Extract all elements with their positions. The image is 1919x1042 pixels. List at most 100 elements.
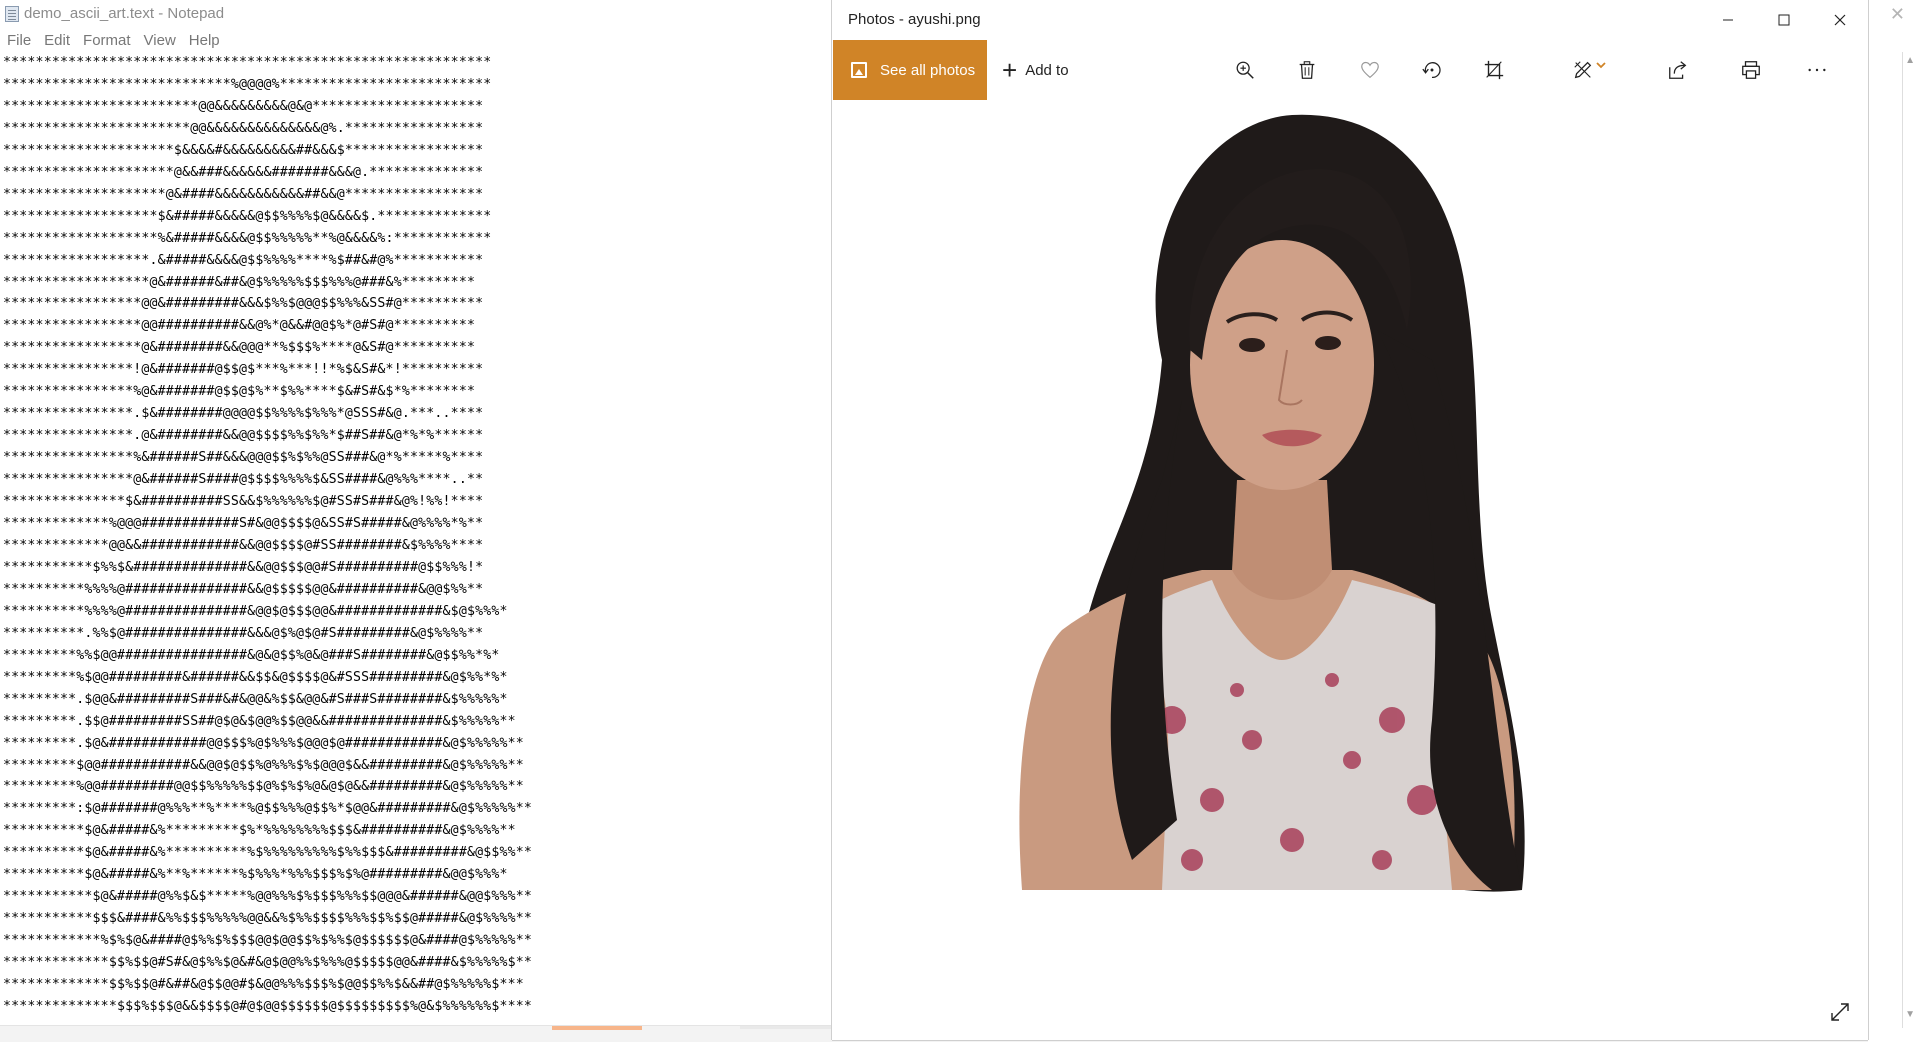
scroll-down-icon[interactable]: ▼ (1905, 1009, 1915, 1020)
print-icon (1742, 61, 1760, 79)
neck (1232, 480, 1332, 600)
more-icon (1808, 68, 1826, 72)
edit-and-create-button[interactable] (1564, 40, 1614, 100)
notepad-text-line: ****************************************… (3, 55, 492, 70)
edit-draw-icon (1574, 61, 1592, 79)
notepad-text-line: ****************%@&#######@$$@$%**$%%***… (3, 384, 476, 400)
notepad-text-line: *********.$$@#########SS##@$@&$@@%$$@@&&… (3, 713, 516, 729)
notepad-text-line: ***********$%%$&##############&&@@$$$@@#… (3, 559, 484, 575)
print-button[interactable] (1731, 40, 1771, 100)
close-icon (1834, 14, 1846, 26)
crop-button[interactable] (1474, 40, 1514, 100)
notepad-text-line: ***********$@&#####@%%$&$*****%@@%%%$%$$… (3, 889, 533, 905)
notepad-text-line: *********:$@#######@%%%**%****%@$$%%%@$$… (3, 801, 533, 817)
favorite-button[interactable] (1350, 40, 1390, 100)
maximize-icon (1778, 14, 1790, 26)
notepad-text-line: ******************.&#####&&&&@$$%%%%****… (3, 252, 484, 268)
notepad-text-line: ************%$%$@&####@$%%$%$$$@@$@@$$%$… (3, 933, 533, 949)
notepad-text-area[interactable]: ****************************************… (3, 52, 823, 1026)
notepad-text-line: *****************@@##########&&@%*@&&#@@… (3, 318, 476, 334)
minimize-icon (1723, 19, 1733, 21)
zoom-in-icon (1236, 61, 1254, 79)
notepad-text-line: *************$$%$$@#S#&@$%%$@&#&@$@@%%$%… (3, 955, 533, 971)
notepad-text-line: *********************@&&###&&&&&&#######… (3, 164, 484, 180)
rotate-icon (1422, 62, 1441, 78)
rotate-button[interactable] (1412, 40, 1452, 100)
share-button[interactable] (1658, 40, 1698, 100)
notepad-text-line: ******************@&######&##&@$%%%%%$$$… (3, 274, 476, 290)
more-options-button[interactable] (1797, 40, 1837, 100)
notepad-text-line: **********$@&#####&%**********%$%%%%%%%%… (3, 845, 533, 861)
zoom-in-button[interactable] (1225, 40, 1265, 100)
see-all-photos-button[interactable]: See all photos (833, 40, 987, 100)
crop-icon (1484, 60, 1504, 80)
notepad-text-line: **********$@&#####&%*********$%*%%%%%%%%… (3, 823, 516, 839)
notepad-text-line: *******************%&#####&&&&@$$%%%%%**… (3, 230, 492, 246)
notepad-text-line: **********%%%%@###############&@@$@$$$@@… (3, 603, 508, 619)
menu-view[interactable]: View (137, 32, 182, 49)
notepad-text-line: *********.$@&############@@$$$%@$%%%$@@@… (3, 735, 524, 751)
notepad-text-line: *********.$@@&#########S###&#&@@&%$$&@@&… (3, 691, 508, 707)
close-button[interactable] (1812, 0, 1868, 40)
minimize-button[interactable] (1700, 0, 1756, 40)
notepad-text-line: *********$@@###########&&@@$@$$%@%%%$%$@… (3, 757, 524, 773)
notepad-text-line: **********$@&#####&%**%******%$%%%*%%%$$… (3, 867, 508, 883)
photos-titlebar[interactable]: Photos - ayushi.png (832, 0, 1868, 40)
menu-help[interactable]: Help (182, 32, 226, 49)
photo-viewer-canvas[interactable] (832, 100, 1868, 1040)
left-eye (1239, 338, 1265, 352)
close-icon[interactable]: ✕ (1890, 4, 1905, 25)
maximize-button[interactable] (1756, 0, 1812, 40)
notepad-text-line: ***********************@@&&&&&&&&&&&&&&@… (3, 120, 484, 136)
scroll-thumb[interactable] (552, 1026, 642, 1030)
notepad-text-line: *********%%$@@################&@&@$$%@&@… (3, 647, 500, 663)
menu-format[interactable]: Format (76, 32, 137, 49)
full-screen-button[interactable] (1826, 998, 1854, 1026)
notepad-text-line: *********%@@#########@@$$%%%%%$$@%$%$%@&… (3, 779, 524, 795)
notepad-text-line: *****************@@&#########&&&$%%$@@@$… (3, 296, 484, 312)
right-eye (1315, 336, 1341, 350)
notepad-text-line: ****************.@&########&&@@$$$$%%$%%… (3, 428, 484, 444)
expand-icon (1831, 1003, 1849, 1021)
notepad-right-edge: ✕ ▲ ▼ (1868, 0, 1919, 1042)
scroll-up-icon[interactable]: ▲ (1905, 55, 1915, 66)
notepad-text-line: **************$$$%$$$@&&$$$$@#@$@@$$$$$$… (3, 998, 533, 1014)
photos-title: Photos - ayushi.png (848, 11, 981, 28)
notepad-text-line: *****************@&########&&@@@**%$$$%*… (3, 340, 476, 356)
notepad-text-line: *********%$@@#########&######&&$$&@$$$$@… (3, 669, 508, 685)
portrait-photo (1019, 114, 1525, 892)
notepad-text-line: ****************************%@@@@%******… (3, 76, 492, 92)
notepad-text-line: ****************%&######S##&&&@@@$$%$%%@… (3, 450, 484, 466)
notepad-text-line: **********%%%%@###############&&@$$$$$@@… (3, 581, 484, 597)
notepad-text-line: **********.%%$@###############&&&@$%@$@#… (3, 625, 484, 641)
delete-icon (1299, 61, 1315, 79)
chevron-down-icon (1596, 62, 1606, 69)
see-all-photos-label: See all photos (880, 61, 976, 79)
photos-toolbar: See all photos + Add to (832, 40, 1868, 100)
notepad-text-line: ***********$$$&####&%%$$$%%%%%@@&&%$%%$$… (3, 911, 533, 927)
notepad-text-line: ****************.$&########@@@@$$%%%%$%%… (3, 406, 484, 422)
add-to-button[interactable]: + Add to (1002, 40, 1069, 100)
menu-file[interactable]: File (0, 32, 37, 49)
notepad-text-line: ***************$&##########SS&&$%%%%%%$@… (3, 494, 484, 510)
notepad-text-line: ****************!@&#######@$$@$***%***!!… (3, 362, 484, 378)
delete-button[interactable] (1287, 40, 1327, 100)
heart-icon (1361, 61, 1379, 79)
notepad-text-line: *******************$&#####&&&&&@$$%%%%$@… (3, 208, 492, 224)
plus-icon: + (1002, 55, 1018, 85)
notepad-text-line: *********************$&&&&#&&&&&&&&&##&&… (3, 142, 484, 158)
photo-gallery-icon (851, 62, 867, 78)
notepad-text-line: *************$$%$$@#&##&@$$@@#$&@@%%%$$$… (3, 977, 524, 993)
add-to-label: Add to (1025, 61, 1069, 79)
notepad-app-icon (5, 5, 19, 22)
notepad-title: demo_ascii_art.text - Notepad (24, 5, 225, 22)
scrollbar-divider (1902, 52, 1903, 1028)
notepad-text-line: ************************@@&&&&&&&&&@&@**… (3, 98, 484, 114)
share-icon (1669, 61, 1687, 79)
notepad-text-line: ********************@&####&&&&&&&&&&&##&… (3, 186, 484, 202)
menu-edit[interactable]: Edit (37, 32, 76, 49)
notepad-text-line: ****************@&######S####@$$$$%%%%$&… (3, 472, 484, 488)
photos-window: Photos - ayushi.png See all photos + Add… (832, 0, 1868, 1040)
notepad-text-line: *************%@@@############S#&@@$$$$@&… (3, 516, 484, 532)
notepad-text-line: *************@@&&############&&@@$$$$@#S… (3, 537, 484, 553)
